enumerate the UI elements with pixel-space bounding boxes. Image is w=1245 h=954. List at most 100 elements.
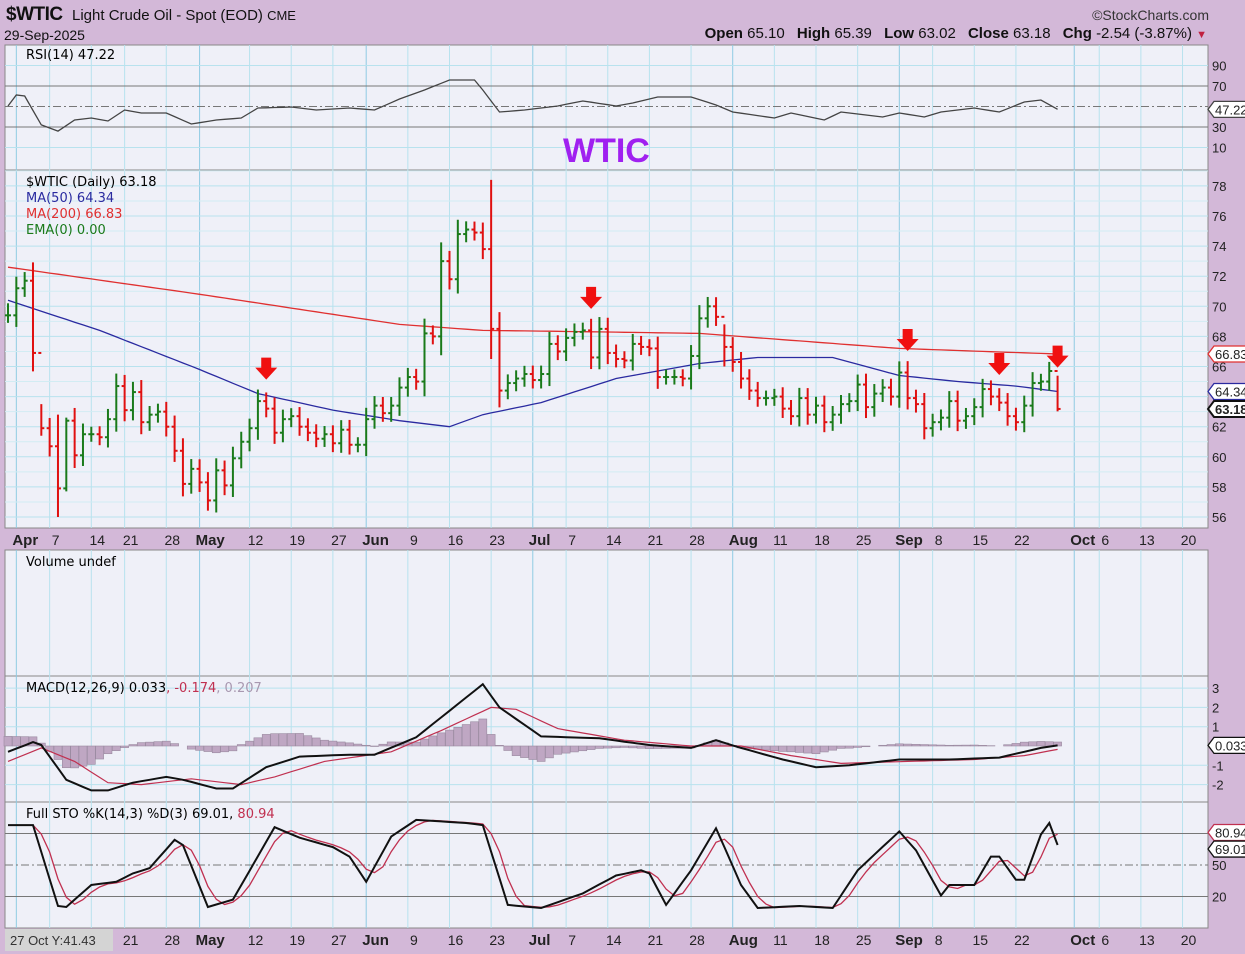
macd-histogram-bar	[153, 741, 163, 747]
sto-legend: Full STO %K(14,3) %D(3) 69.01, 80.94	[26, 807, 275, 822]
macd-histogram-bar	[428, 735, 438, 747]
macd-histogram-bar	[170, 743, 179, 747]
macd-histogram-bar	[778, 745, 787, 752]
tooltip-text: 27 Oct Y:41.43	[10, 933, 96, 948]
x-axis-label: 14	[606, 932, 622, 948]
macd-histogram-bar	[911, 744, 921, 747]
macd-histogram-bar	[795, 745, 804, 753]
svg-text:66.83: 66.83	[1215, 347, 1245, 362]
x-axis-label: 9	[410, 532, 418, 548]
x-axis-label: 23	[489, 532, 505, 548]
x-axis-label: 19	[289, 532, 305, 548]
sto-d-value-tag: 80.94	[1207, 823, 1245, 842]
sto-label: Full STO %K(14,3) %D(3)	[26, 807, 188, 822]
x-axis-label: May	[196, 532, 226, 549]
macd-histogram-bar	[70, 745, 79, 769]
macd-histogram-bar	[53, 745, 63, 760]
sto-tick-label: 50	[1212, 858, 1226, 873]
macd-histogram-bar	[111, 745, 121, 751]
macd-histogram-bar	[336, 741, 346, 747]
macd-histogram-bar	[828, 745, 837, 751]
macd-histogram-bar	[103, 745, 113, 755]
rsi-legend: RSI(14) 47.22	[26, 48, 115, 63]
svg-text:80.94: 80.94	[1215, 826, 1245, 841]
macd-histogram-bar	[861, 745, 871, 748]
x-axis-label: 7	[568, 932, 576, 948]
macd-histogram-bar	[220, 745, 229, 753]
price-tick-label: 74	[1212, 239, 1226, 254]
macd-signal-value: -0.174	[174, 681, 216, 696]
macd-histogram-bar	[486, 734, 496, 747]
x-axis-label: Oct	[1070, 932, 1095, 949]
price-legend: $WTIC (Daily) 63.18	[26, 175, 157, 190]
x-axis-label: Sep	[895, 532, 923, 549]
macd-histogram-bar	[886, 744, 896, 747]
macd-histogram-bar	[961, 744, 971, 747]
macd-histogram-bar	[578, 745, 588, 752]
rsi-tick-label: 30	[1212, 120, 1226, 135]
macd-histogram-bar	[620, 745, 629, 748]
macd-histogram-bar	[470, 721, 479, 747]
macd-histogram-bar	[386, 741, 396, 747]
rsi-value-tag: 47.22	[1207, 100, 1245, 118]
macd-tick-label: 2	[1212, 700, 1219, 715]
macd-histogram-bar	[203, 745, 213, 752]
macd-histogram-bar	[295, 733, 304, 747]
x-axis-label: 19	[289, 932, 305, 948]
macd-histogram-bar	[78, 745, 88, 767]
macd-histogram-bar	[445, 729, 454, 747]
x-axis-label: 18	[814, 532, 830, 548]
macd-histogram-bar	[953, 744, 962, 747]
macd-histogram-bar	[936, 744, 946, 747]
x-axis-label: 6	[1101, 932, 1109, 948]
macd-histogram-bar	[453, 727, 463, 747]
svg-text:64.34: 64.34	[1215, 384, 1245, 399]
price-tick-label: 72	[1212, 269, 1226, 284]
x-axis-label: 8	[935, 532, 943, 548]
x-axis-label: Apr	[12, 532, 38, 549]
x-axis-label: 15	[972, 932, 988, 948]
x-axis-label: 21	[648, 532, 664, 548]
x-axis-label: 8	[935, 932, 943, 948]
macd-tick-label: 1	[1212, 720, 1219, 735]
macd-histogram-bar	[761, 745, 771, 751]
macd-histogram-bar	[545, 745, 554, 759]
x-axis-label: 21	[123, 532, 139, 548]
macd-histogram-bar	[495, 745, 504, 747]
macd-histogram-bar	[87, 745, 96, 765]
macd-histogram-bar	[478, 718, 488, 747]
macd-histogram-bar	[211, 745, 221, 754]
macd-histogram-bar	[978, 745, 987, 747]
macd-histogram-bar	[378, 743, 388, 747]
chart-canvas[interactable]: RSI(14) 47.22 WTIC $WTIC (Daily) 63.18 M…	[0, 0, 1245, 954]
x-axis-label: Sep	[895, 932, 923, 949]
macd-histogram-bar	[12, 736, 21, 747]
x-axis-label: Jul	[529, 932, 551, 949]
macd-histogram-bar	[903, 743, 912, 747]
macd-histogram-bar	[195, 745, 204, 751]
macd-histogram-bar	[128, 744, 138, 747]
price-tick-label: 60	[1212, 450, 1226, 465]
macd-histogram-bar	[770, 745, 779, 752]
price-tick-label: 78	[1212, 179, 1226, 194]
macd-histogram-bar	[553, 745, 563, 755]
macd-histogram-bar	[603, 745, 613, 749]
panel-price	[4, 169, 1209, 529]
annotation-title: WTIC	[563, 132, 650, 170]
macd-histogram-bar	[969, 744, 979, 747]
macd-histogram-bar	[561, 745, 571, 754]
ema-legend: EMA(0) 0.00	[26, 223, 106, 238]
ma50-value-tag: 64.34	[1207, 382, 1245, 401]
macd-histogram-bar	[270, 733, 279, 747]
macd-histogram-bar	[636, 745, 646, 749]
x-axis-label: 11	[773, 532, 788, 548]
macd-histogram-bar	[628, 745, 638, 749]
svg-text:0.033: 0.033	[1215, 738, 1245, 753]
price-tick-label: 70	[1212, 299, 1226, 314]
macd-histogram-bar	[236, 744, 246, 747]
x-axis-label: May	[196, 932, 226, 949]
macd-histogram-bar	[520, 745, 529, 758]
x-axis-label: Aug	[729, 532, 758, 549]
macd-label: MACD(12,26,9)	[26, 681, 125, 696]
macd-histogram-bar	[611, 745, 621, 749]
